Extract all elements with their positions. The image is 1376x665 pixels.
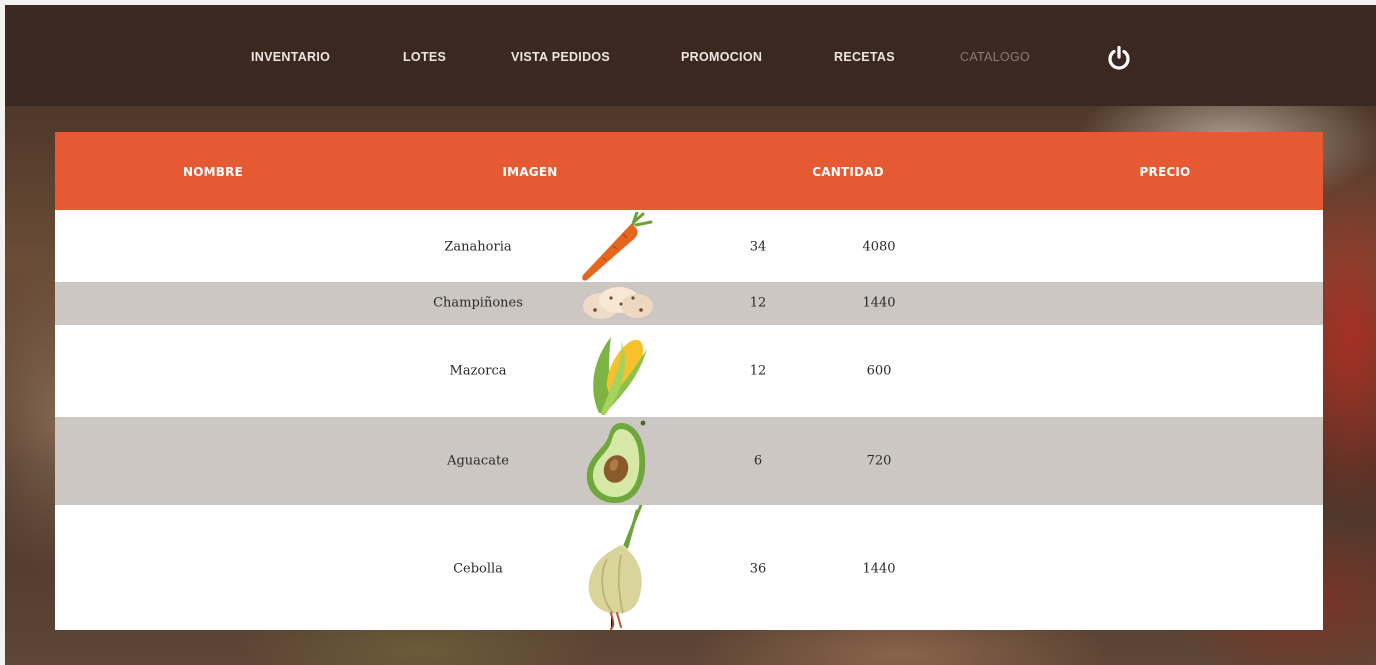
cell-cantidad: 34 xyxy=(749,239,767,255)
power-icon[interactable] xyxy=(1106,45,1132,71)
table-row: Mazorca 12 600 xyxy=(55,325,1323,417)
cell-precio: 4080 xyxy=(862,239,896,255)
header-precio: PRECIO xyxy=(1139,165,1191,179)
cell-cantidad: 12 xyxy=(749,295,767,311)
header-nombre: NOMBRE xyxy=(183,165,243,179)
top-navbar: INVENTARIO LOTES VISTA PEDIDOS PROMOCION… xyxy=(5,5,1376,106)
nav-catalogo[interactable]: CATALOGO xyxy=(960,50,1030,64)
header-imagen: IMAGEN xyxy=(502,165,558,179)
cell-precio: 1440 xyxy=(862,561,896,577)
header-cantidad: CANTIDAD xyxy=(812,165,884,179)
table-row: Zanahoria 34 4080 xyxy=(55,210,1323,282)
cell-cantidad: 6 xyxy=(753,453,763,469)
table-row: Champiñones 12 1440 xyxy=(55,282,1323,325)
cell-precio: 600 xyxy=(866,363,892,379)
catalog-table: NOMBRE IMAGEN CANTIDAD PRECIO Zanahoria … xyxy=(55,132,1323,630)
cell-cantidad: 36 xyxy=(749,561,767,577)
nav-vista-pedidos[interactable]: VISTA PEDIDOS xyxy=(511,50,610,64)
cell-nombre: Aguacate xyxy=(447,453,509,469)
cell-nombre: Zanahoria xyxy=(444,239,512,255)
cell-cantidad: 12 xyxy=(749,363,767,379)
nav-promocion[interactable]: PROMOCION xyxy=(681,50,762,64)
corn-icon xyxy=(581,327,655,422)
nav-inventario[interactable]: INVENTARIO xyxy=(251,50,330,64)
table-header: NOMBRE IMAGEN CANTIDAD PRECIO xyxy=(55,132,1323,210)
cell-nombre: Champiñones xyxy=(433,295,523,311)
nav-recetas[interactable]: RECETAS xyxy=(834,50,895,64)
table-row: Cebolla 36 1440 xyxy=(55,503,1323,630)
nav-lotes[interactable]: LOTES xyxy=(403,50,446,64)
cell-nombre: Mazorca xyxy=(449,363,507,379)
cell-precio: 1440 xyxy=(862,295,896,311)
carrot-icon xyxy=(579,210,655,287)
cell-nombre: Cebolla xyxy=(453,561,503,577)
table-row: Aguacate 6 720 xyxy=(55,417,1323,505)
avocado-icon xyxy=(581,417,655,510)
cell-precio: 720 xyxy=(866,453,892,469)
onion-icon xyxy=(581,503,655,630)
mushrooms-icon xyxy=(581,284,655,329)
